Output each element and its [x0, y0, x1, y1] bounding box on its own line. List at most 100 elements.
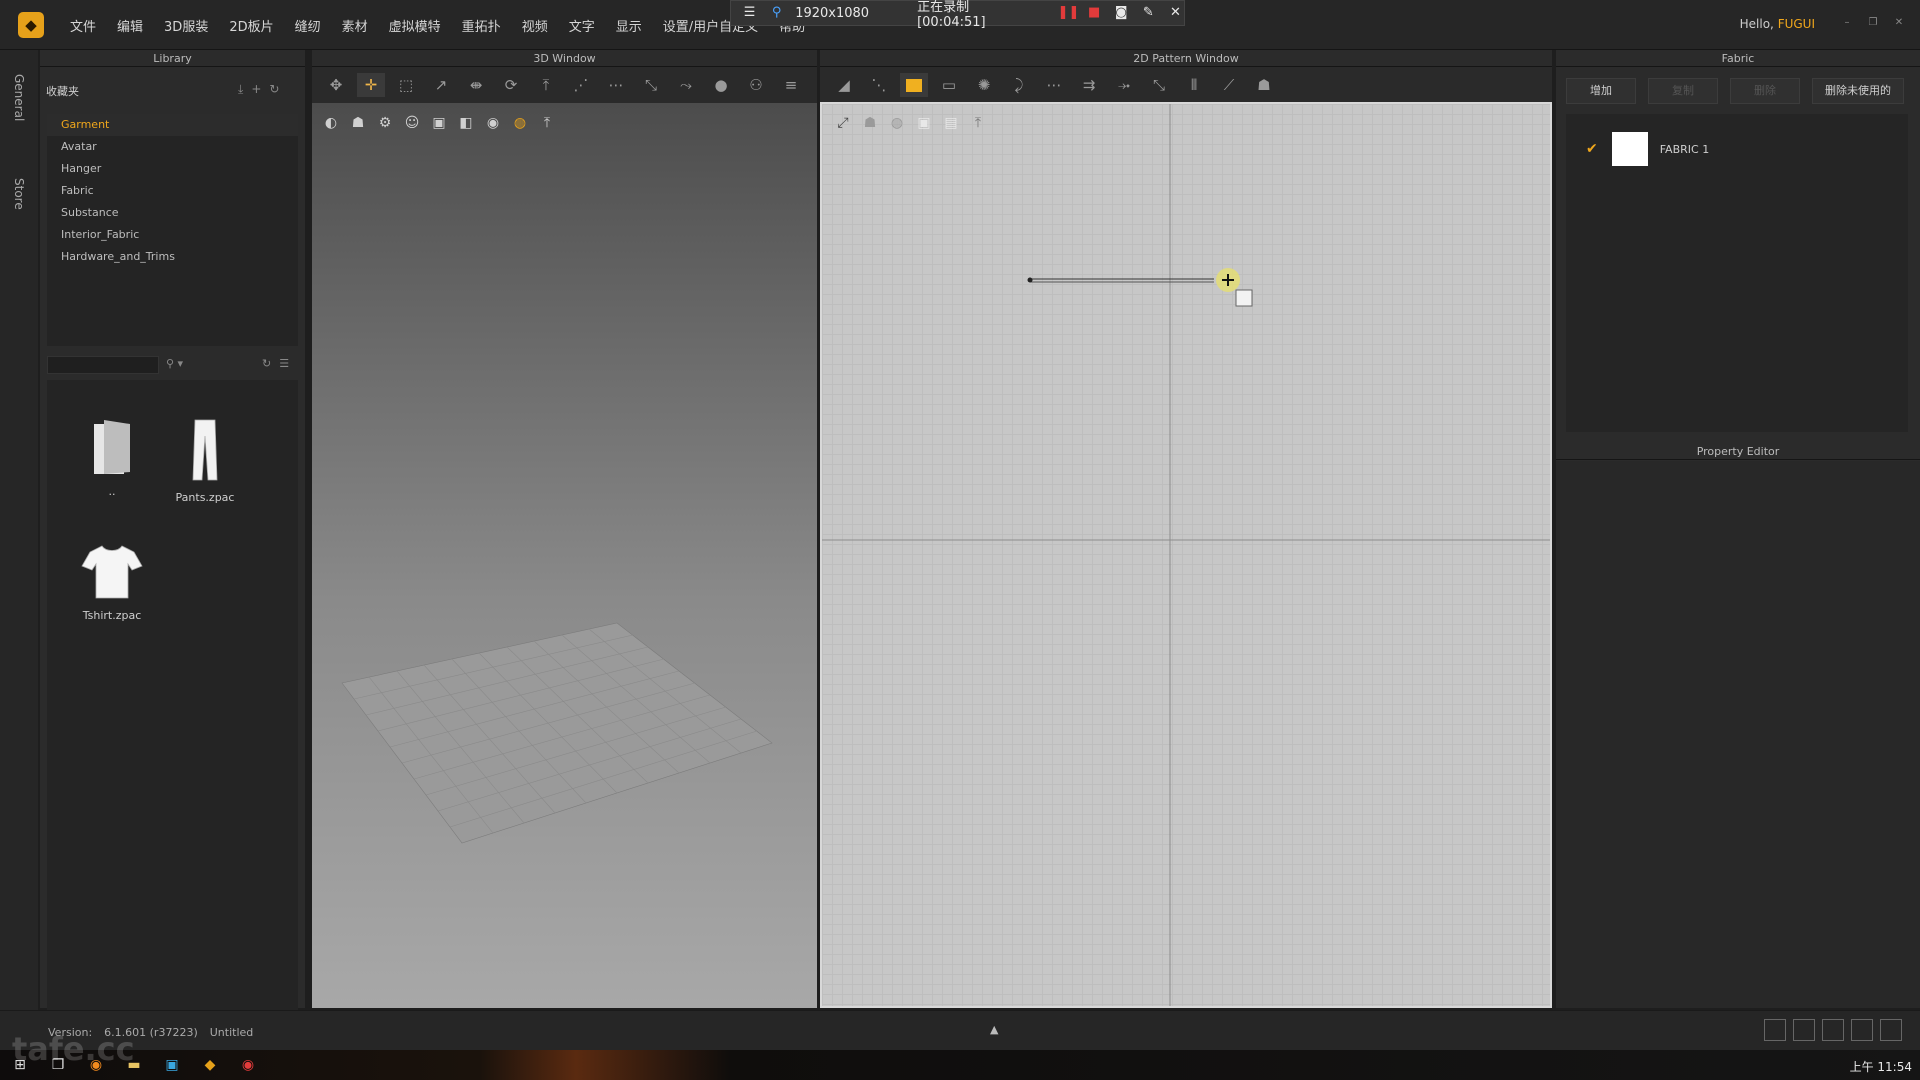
avatar-view-icon[interactable]: ☺ — [401, 112, 423, 134]
point-icon[interactable]: ● — [707, 73, 735, 97]
tree-item-substance[interactable]: Substance — [47, 202, 298, 224]
recorder-app-icon[interactable]: ◉ — [236, 1054, 260, 1076]
minimize-icon[interactable]: – — [1836, 16, 1858, 30]
tree-item-fabric[interactable]: Fabric — [47, 180, 298, 202]
edit-point-icon[interactable]: ⋱ — [865, 73, 893, 97]
texture-2d-icon[interactable]: ◍ — [886, 112, 908, 134]
list-view-icon[interactable]: ☰ — [279, 357, 289, 370]
app-logo-icon[interactable]: ◆ — [18, 12, 44, 38]
layers-icon[interactable]: ▤ — [940, 112, 962, 134]
menu-lines-icon[interactable]: ☰ — [741, 4, 758, 22]
check-icon[interactable]: ✔ — [1586, 141, 1598, 157]
avatar-tool-icon[interactable]: ⚇ — [742, 73, 770, 97]
tack-icon[interactable]: ⤡ — [637, 73, 665, 97]
tree-item-garment[interactable]: Garment — [47, 114, 298, 136]
taskbar-clock[interactable]: 上午 11:54 — [1850, 1058, 1912, 1075]
close-icon[interactable]: ✕ — [1167, 4, 1184, 22]
tree-item-interior-fabric[interactable]: Interior_Fabric — [47, 224, 298, 246]
file-item-pants[interactable]: Pants.zpac — [160, 418, 250, 504]
file-item-up[interactable]: .. — [67, 418, 157, 498]
file-item-tshirt[interactable]: Tshirt.zpac — [67, 542, 157, 622]
pin-tool-icon[interactable]: ↗ — [427, 73, 455, 97]
copy-fabric-button[interactable]: 复制 — [1648, 78, 1718, 104]
menu-file[interactable]: 文件 — [70, 16, 96, 35]
delete-fabric-button[interactable]: 删除 — [1730, 78, 1800, 104]
trace-icon[interactable]: ⋯ — [1040, 73, 1068, 97]
pattern-view-icon[interactable]: ⤢ — [832, 112, 854, 134]
seam-icon[interactable]: ⋯ — [602, 73, 630, 97]
garment-view-icon[interactable]: ☗ — [347, 112, 369, 134]
measure-2d-icon[interactable]: ⟋ — [1215, 73, 1243, 97]
export-icon[interactable]: ⤒ — [536, 112, 558, 134]
menu-materials[interactable]: 素材 — [342, 16, 368, 35]
transform-icon[interactable]: ⬚ — [392, 73, 420, 97]
select-mesh-icon[interactable]: ✥ — [322, 73, 350, 97]
layout-three-icon[interactable] — [1822, 1019, 1844, 1041]
segment-icon[interactable]: ⋰ — [567, 73, 595, 97]
add-fabric-button[interactable]: 增加 — [1566, 78, 1636, 104]
refresh-icon[interactable]: ↻ — [269, 82, 279, 97]
export-2d-icon[interactable]: ⤒ — [967, 112, 989, 134]
menu-avatar[interactable]: 虚拟模特 — [389, 16, 441, 35]
arrange-icon[interactable]: ⤒ — [532, 73, 560, 97]
close-window-icon[interactable]: ✕ — [1888, 16, 1910, 30]
view-mode-icon[interactable]: ◐ — [320, 112, 342, 134]
globe-icon[interactable]: ◍ — [509, 112, 531, 134]
tree-item-hanger[interactable]: Hanger — [47, 158, 298, 180]
menu-text[interactable]: 文字 — [569, 16, 595, 35]
settings-icon[interactable]: ⚙ — [374, 112, 396, 134]
refresh-list-icon[interactable]: ↻ — [262, 357, 271, 370]
3d-viewport[interactable] — [312, 103, 817, 1008]
user-name[interactable]: FUGUI — [1778, 17, 1815, 31]
tab-store[interactable]: Store — [12, 178, 26, 210]
library-search-input[interactable] — [47, 356, 159, 374]
stop-icon[interactable]: ■ — [1086, 4, 1103, 22]
sewing-icon[interactable]: ⤞ — [1110, 73, 1138, 97]
menu-video[interactable]: 视频 — [522, 16, 548, 35]
pleat-icon[interactable]: ⦀ — [1180, 73, 1208, 97]
camera-icon[interactable]: ◙ — [1113, 4, 1130, 22]
fold-arrange-icon[interactable]: ⇉ — [1075, 73, 1103, 97]
shirt-view-icon[interactable]: ▣ — [428, 112, 450, 134]
move-tool-icon[interactable]: ✛ — [357, 73, 385, 97]
clo-app-icon[interactable]: ◆ — [198, 1054, 222, 1076]
shirt-2d-icon[interactable]: ☗ — [859, 112, 881, 134]
fabric-row[interactable]: ✔ FABRIC 1 — [1566, 124, 1908, 174]
rectangle-icon[interactable]: ▭ — [935, 73, 963, 97]
fold-icon[interactable]: ⇼ — [462, 73, 490, 97]
store-icon[interactable]: ▣ — [160, 1054, 184, 1076]
free-sewing-icon[interactable]: ⤡ — [1145, 73, 1173, 97]
restore-icon[interactable]: ❐ — [1862, 16, 1884, 30]
download-icon[interactable]: ⤓ — [238, 82, 243, 97]
add-icon[interactable]: + — [251, 82, 261, 97]
delete-unused-button[interactable]: 删除未使用的 — [1812, 78, 1904, 104]
stack-icon[interactable]: ▣ — [913, 112, 935, 134]
menu-3d-garment[interactable]: 3D服装 — [164, 16, 208, 35]
polygon-tool-icon[interactable] — [900, 73, 928, 97]
shirt-tool-icon[interactable]: ☗ — [1250, 73, 1278, 97]
2d-canvas[interactable] — [820, 102, 1552, 1008]
layout-custom-icon[interactable] — [1880, 1019, 1902, 1041]
menu-2d-pattern[interactable]: 2D板片 — [229, 16, 273, 35]
pause-icon[interactable]: ❚❚ — [1058, 4, 1080, 22]
pen-icon[interactable]: ✎ — [1140, 4, 1157, 22]
tab-general[interactable]: General — [12, 74, 26, 121]
layout-single-icon[interactable] — [1764, 1019, 1786, 1041]
layout-split-icon[interactable] — [1793, 1019, 1815, 1041]
measure-icon[interactable]: ⤳ — [672, 73, 700, 97]
layout-quad-icon[interactable] — [1851, 1019, 1873, 1041]
list-tool-icon[interactable]: ≡ — [777, 73, 805, 97]
texture-icon[interactable]: ◧ — [455, 112, 477, 134]
expand-up-icon[interactable]: ▲ — [990, 1023, 998, 1036]
tree-item-avatar[interactable]: Avatar — [47, 136, 298, 158]
edit-pattern-icon[interactable]: ◢ — [830, 73, 858, 97]
circle-icon[interactable]: ✺ — [970, 73, 998, 97]
menu-retopology[interactable]: 重拓扑 — [462, 16, 501, 35]
pin-icon[interactable]: ⚲ — [768, 4, 785, 22]
search-icon[interactable]: ⚲ ▾ — [166, 357, 183, 370]
face-icon[interactable]: ◉ — [482, 112, 504, 134]
menu-edit[interactable]: 编辑 — [117, 16, 143, 35]
menu-display[interactable]: 显示 — [616, 16, 642, 35]
rotate-icon[interactable]: ⟳ — [497, 73, 525, 97]
internal-line-icon[interactable]: ⤸ — [1005, 73, 1033, 97]
